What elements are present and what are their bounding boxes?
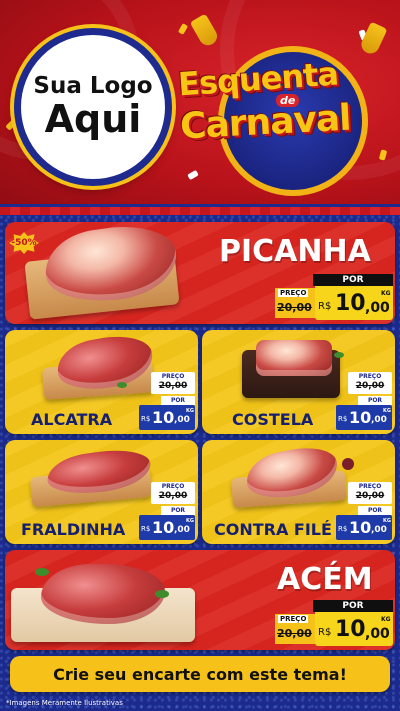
price-tag: POR PREÇO 20,00 R$ 10 ,00 KG bbox=[275, 600, 393, 646]
unit: KG bbox=[383, 518, 391, 524]
new-price-label: POR bbox=[161, 506, 195, 515]
unit: KG bbox=[381, 290, 391, 297]
price-cents: ,00 bbox=[174, 525, 190, 535]
currency: R$ bbox=[338, 415, 348, 423]
unit: KG bbox=[186, 518, 194, 524]
new-price-box: R$ 10 ,00 KG bbox=[139, 405, 195, 430]
price-cents: ,00 bbox=[365, 626, 390, 642]
herb-garnish bbox=[334, 352, 344, 358]
currency: R$ bbox=[318, 301, 332, 312]
new-price-label: POR bbox=[313, 274, 393, 286]
product-card-fraldinha: FRALDINHA PREÇO 20,00 POR R$ 10 ,00 KG bbox=[5, 440, 198, 544]
old-price-label: PREÇO bbox=[161, 373, 185, 380]
old-price-label: PREÇO bbox=[278, 615, 309, 623]
price-integer: 10 bbox=[335, 291, 366, 316]
currency: R$ bbox=[338, 525, 348, 533]
old-price-value: 20,00 bbox=[355, 381, 385, 391]
herb-garnish bbox=[117, 382, 127, 388]
new-price-label: POR bbox=[358, 396, 392, 405]
header-banner: Sua Logo Aqui Esquenta de Carnaval bbox=[0, 0, 400, 215]
price-tag: PREÇO 20,00 POR R$ 10 ,00 KG bbox=[139, 372, 195, 430]
product-name: ACÉM bbox=[277, 562, 373, 597]
disclaimer-text: *Imagens Meramente Ilustrativas bbox=[6, 699, 123, 707]
herb-garnish bbox=[35, 568, 49, 576]
horn-icon bbox=[358, 21, 388, 57]
price-integer: 10 bbox=[349, 408, 372, 427]
carnival-title: Esquenta de Carnaval bbox=[177, 10, 398, 210]
new-price-box: R$ 10 ,00 KG bbox=[336, 515, 392, 540]
old-price-label: PREÇO bbox=[278, 289, 309, 297]
product-name: FRALDINHA bbox=[21, 520, 126, 539]
horn-icon bbox=[189, 13, 221, 49]
product-card-alcatra: ALCATRA PREÇO 20,00 POR R$ 10 ,00 KG bbox=[5, 330, 198, 434]
old-price-box: PREÇO 20,00 bbox=[348, 482, 392, 504]
product-card-acem: ACÉM POR PREÇO 20,00 R$ 10 ,00 KG bbox=[5, 550, 395, 650]
unit: KG bbox=[186, 408, 194, 414]
old-price-value: 20,00 bbox=[158, 491, 188, 501]
product-card-picanha: -50% PICANHA POR PREÇO 20,00 R$ 10 ,00 K… bbox=[5, 222, 395, 324]
old-price-box: PREÇO 20,00 bbox=[151, 482, 195, 504]
new-price-box: R$ 10 ,00 KG bbox=[139, 515, 195, 540]
price-integer: 10 bbox=[152, 518, 175, 537]
new-price-box: R$ 10 ,00 KG bbox=[315, 612, 393, 646]
new-price-label: POR bbox=[358, 506, 392, 515]
price-tag: POR PREÇO 20,00 R$ 10 ,00 KG bbox=[275, 274, 393, 320]
new-price-label: POR bbox=[313, 600, 393, 612]
currency: R$ bbox=[141, 415, 151, 423]
price-tag: PREÇO 20,00 POR R$ 10 ,00 KG bbox=[336, 482, 392, 540]
product-name: COSTELA bbox=[232, 410, 314, 429]
product-name: CONTRA FILÉ bbox=[214, 520, 332, 539]
old-price-value: 20,00 bbox=[158, 381, 188, 391]
price-integer: 10 bbox=[349, 518, 372, 537]
price-cents: ,00 bbox=[365, 300, 390, 316]
meat-image bbox=[41, 564, 165, 624]
flyer-page: Sua Logo Aqui Esquenta de Carnaval -50% … bbox=[0, 0, 400, 711]
old-price-box: PREÇO 20,00 bbox=[348, 372, 392, 394]
herb-garnish bbox=[155, 590, 169, 598]
logo-text-line1: Sua Logo bbox=[33, 73, 153, 100]
price-integer: 10 bbox=[152, 408, 175, 427]
price-tag: PREÇO 20,00 POR R$ 10 ,00 KG bbox=[336, 372, 392, 430]
product-card-costela: COSTELA PREÇO 20,00 POR R$ 10 ,00 KG bbox=[202, 330, 395, 434]
product-name: ALCATRA bbox=[31, 410, 113, 429]
new-price-box: R$ 10 ,00 KG bbox=[315, 286, 393, 320]
old-price-box: PREÇO 20,00 bbox=[151, 372, 195, 394]
cta-banner[interactable]: Crie seu encarte com este tema! bbox=[10, 656, 390, 692]
price-tag: PREÇO 20,00 POR R$ 10 ,00 KG bbox=[139, 482, 195, 540]
old-price-box: PREÇO 20,00 bbox=[275, 614, 315, 644]
product-card-contra-file: CONTRA FILÉ PREÇO 20,00 POR R$ 10 ,00 KG bbox=[202, 440, 395, 544]
old-price-value: 20,00 bbox=[277, 627, 312, 640]
currency: R$ bbox=[318, 627, 332, 638]
new-price-box: R$ 10 ,00 KG bbox=[336, 405, 392, 430]
product-name: PICANHA bbox=[219, 234, 371, 269]
old-price-box: PREÇO 20,00 bbox=[275, 288, 315, 318]
currency: R$ bbox=[141, 525, 151, 533]
logo-text-line2: Aqui bbox=[44, 96, 142, 141]
old-price-label: PREÇO bbox=[358, 483, 382, 490]
price-integer: 10 bbox=[335, 617, 366, 642]
old-price-value: 20,00 bbox=[277, 301, 312, 314]
unit: KG bbox=[383, 408, 391, 414]
meat-image bbox=[256, 340, 332, 376]
unit: KG bbox=[381, 616, 391, 623]
new-price-label: POR bbox=[161, 396, 195, 405]
old-price-value: 20,00 bbox=[355, 491, 385, 501]
price-cents: ,00 bbox=[371, 525, 387, 535]
price-cents: ,00 bbox=[371, 415, 387, 425]
price-cents: ,00 bbox=[174, 415, 190, 425]
old-price-label: PREÇO bbox=[161, 483, 185, 490]
onion-garnish bbox=[342, 458, 354, 470]
old-price-label: PREÇO bbox=[358, 373, 382, 380]
logo-placeholder: Sua Logo Aqui bbox=[14, 28, 172, 186]
